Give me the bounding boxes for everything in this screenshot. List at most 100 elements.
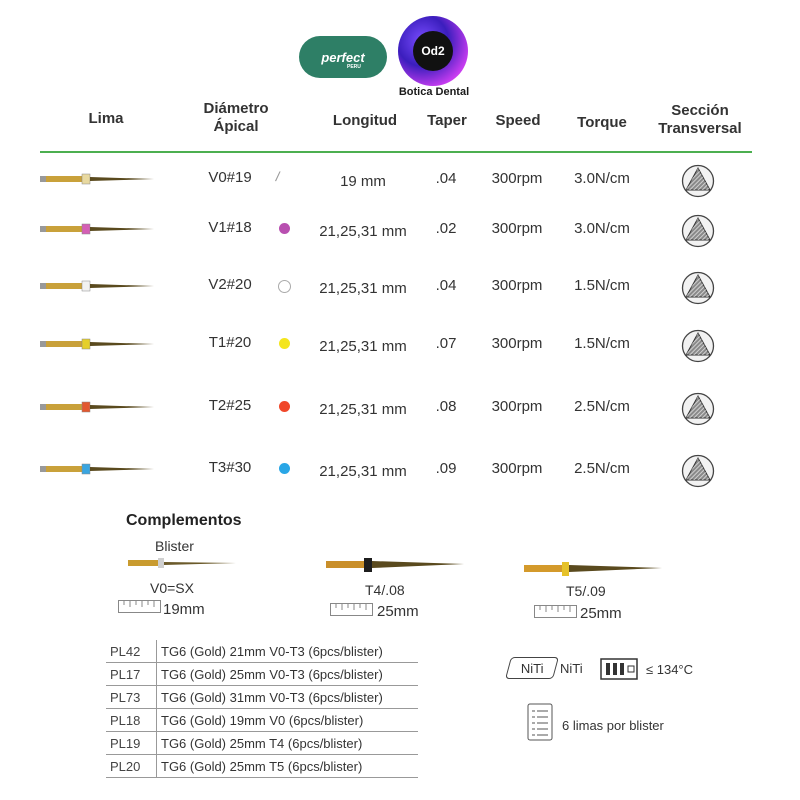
header-lima: Lima [88,110,124,127]
taper-value: .08 [435,398,457,415]
torque-value: 1.5N/cm [574,277,630,294]
product-code: PL20 [106,754,157,778]
triangle-cross-section-icon [681,271,715,305]
header-divider [40,151,752,153]
endodontic-file-image [40,463,154,475]
header-longitud: Longitud [332,112,398,129]
header-seccion-line1: Sección [671,102,729,119]
longitud-value: 21,25,31 mm [319,280,407,297]
perfect-logo-sub: PERU [347,64,361,70]
product-codes-table: PL42 TG6 (Gold) 21mm V0-T3 (6pcs/blister)… [106,640,418,778]
product-code: PL42 [106,640,157,663]
diameter-label: T2#25 [208,397,252,414]
niti-badge-icon: NiTi [505,657,559,679]
product-description: TG6 (Gold) 31mm V0-T3 (6pcs/blister) [156,685,418,709]
product-description: TG6 (Gold) 25mm T4 (6pcs/blister) [156,731,418,755]
endodontic-file-image [40,280,154,292]
taper-value: .02 [435,220,457,237]
torque-value: 3.0N/cm [574,220,630,237]
niti-badge-text: NiTi [520,660,544,676]
header-torque: Torque [577,114,627,131]
slash-marker-icon: / [274,168,282,185]
color-dot-marker-icon [279,338,290,349]
endodontic-file-image [40,173,154,185]
color-dot-marker-icon [279,401,290,412]
triangle-cross-section-icon [681,454,715,488]
ruler-icon [118,600,161,613]
header-seccion-line2: Transversal [658,120,742,137]
diameter-label: T1#20 [208,334,252,351]
header-taper: Taper [427,112,467,129]
speed-value: 300rpm [491,398,543,415]
speed-value: 300rpm [491,220,543,237]
t5-file-image [524,562,662,576]
comp-item-name: V0=SX [150,580,194,596]
torque-value: 2.5N/cm [574,398,630,415]
product-code: PL18 [106,708,157,732]
speed-value: 300rpm [491,170,543,187]
v0-sx-file-image [128,558,236,568]
product-description: TG6 (Gold) 19mm V0 (6pcs/blister) [156,708,418,732]
product-row: PL18 TG6 (Gold) 19mm V0 (6pcs/blister) [106,708,418,732]
ruler-icon [534,605,577,618]
product-row: PL73 TG6 (Gold) 31mm V0-T3 (6pcs/blister) [106,685,418,709]
product-code: PL17 [106,662,157,686]
product-row: PL19 TG6 (Gold) 25mm T4 (6pcs/blister) [106,731,418,755]
product-row: PL42 TG6 (Gold) 21mm V0-T3 (6pcs/blister) [106,640,418,663]
speed-value: 300rpm [491,335,543,352]
longitud-value: 21,25,31 mm [319,463,407,480]
diameter-label: V2#20 [208,276,252,293]
color-dot-marker-icon [279,463,290,474]
product-code: PL73 [106,685,157,709]
od2-logo-name: Botica Dental [398,86,470,98]
ruler-icon [330,603,373,616]
product-code: PL19 [106,731,157,755]
complementos-title: Complementos [126,512,242,529]
comp-item-length: 25mm [377,603,419,620]
blister-pack-icon [527,703,553,741]
comp-item-length: 19mm [163,601,205,618]
comp-item-length: 25mm [580,605,622,622]
triangle-cross-section-icon [681,164,715,198]
triangle-cross-section-icon [681,392,715,426]
diameter-label: V0#19 [208,169,252,186]
comp-item-name: T4/.08 [365,582,405,598]
perfect-logo-text: perfect [321,49,365,65]
header-diametro-line1: Diámetro [203,100,269,117]
od2-logo: Od2 [398,16,468,86]
endodontic-file-image [40,401,154,413]
perfect-logo: perfect PERU [299,36,387,78]
t4-file-image [326,558,464,572]
longitud-value: 21,25,31 mm [319,223,407,240]
endodontic-file-image [40,338,154,350]
endodontic-file-image [40,223,154,235]
torque-value: 2.5N/cm [574,460,630,477]
header-seccion: Sección Transversal [640,102,760,138]
triangle-cross-section-icon [681,329,715,363]
thermometer-icon [600,658,638,680]
taper-value: .09 [435,460,457,477]
header-diametro-line2: Ápical [213,118,259,135]
diameter-label: V1#18 [208,219,252,236]
header-speed: Speed [495,112,541,129]
color-dot-marker-icon [279,223,290,234]
longitud-value: 21,25,31 mm [319,338,407,355]
blister-label: Blister [155,538,194,554]
taper-value: .04 [435,170,457,187]
longitud-value: 21,25,31 mm [319,401,407,418]
product-row: PL20 TG6 (Gold) 25mm T5 (6pcs/blister) [106,754,418,778]
longitud-value: 19 mm [340,173,386,190]
comp-item-name: T5/.09 [566,583,606,599]
product-description: TG6 (Gold) 25mm V0-T3 (6pcs/blister) [156,662,418,686]
torque-value: 1.5N/cm [574,335,630,352]
temperature-label: ≤ 134°C [646,662,694,677]
product-description: TG6 (Gold) 25mm T5 (6pcs/blister) [156,754,418,778]
triangle-cross-section-icon [681,214,715,248]
color-ring-marker-icon [278,280,291,293]
speed-value: 300rpm [491,460,543,477]
niti-label: NiTi [560,661,583,676]
header-diametro: Diámetro Ápical [186,100,286,136]
diameter-label: T3#30 [208,459,252,476]
speed-value: 300rpm [491,277,543,294]
blister-count-label: 6 limas por blister [562,718,664,733]
